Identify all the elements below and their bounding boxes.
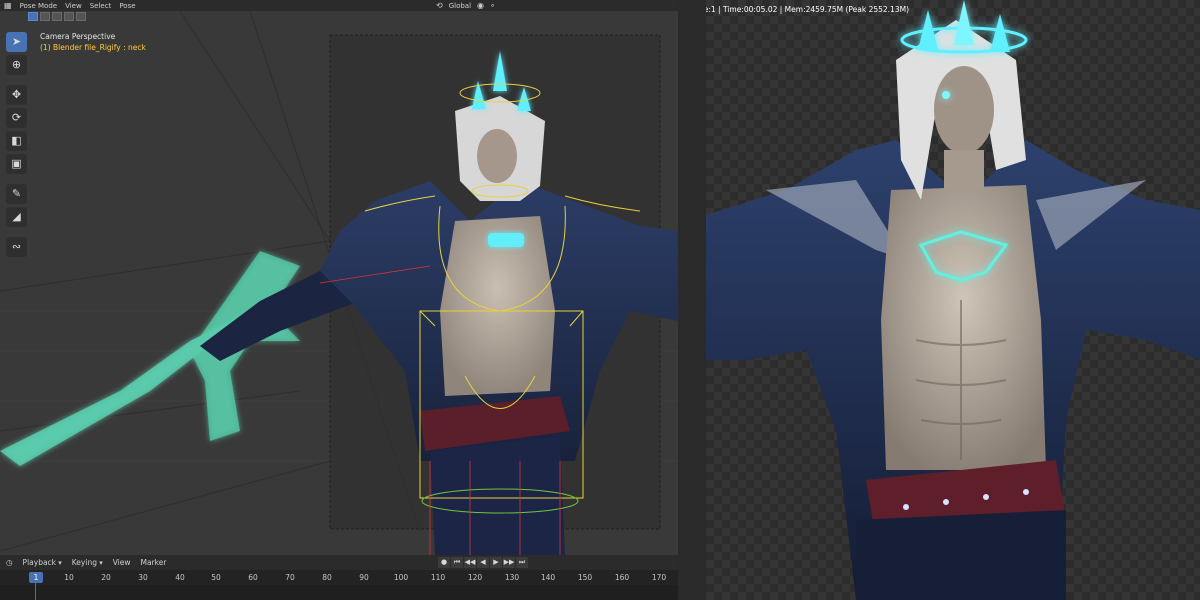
select-box-icon[interactable]: ➤ (6, 32, 27, 52)
tick-label: 70 (285, 573, 295, 582)
tick-label: 150 (577, 573, 593, 582)
menu-view[interactable]: View (65, 2, 82, 10)
blender-window: ▦ Pose Mode View Select Pose ⟲ Global ◉ … (0, 0, 1200, 600)
viewport-scene[interactable] (0, 11, 678, 555)
timeline-editor-icon[interactable]: ◷ (6, 558, 13, 567)
tool-shelf: ➤ ⊕ ✥ ⟳ ◧ ▣ ✎ ◢ ∾ (6, 32, 28, 257)
camera-perspective-label: Camera Perspective (40, 32, 116, 41)
tick-label: 50 (211, 573, 221, 582)
tick-label: 30 (138, 573, 148, 582)
area-divider[interactable] (678, 0, 706, 600)
tick-label: 80 (322, 573, 332, 582)
move-icon[interactable]: ✥ (6, 85, 27, 105)
jump-start-icon[interactable]: ⏮ (451, 557, 463, 568)
mode-toggle-invert[interactable] (64, 12, 74, 21)
tick-label: 20 (101, 573, 111, 582)
select-mode-toggles (28, 12, 86, 23)
tick-label: 110 (430, 573, 446, 582)
render-stats-text: Frame:1 | Time:00:05.02 | Mem:2459.75M (… (706, 5, 909, 14)
mode-toggle-new[interactable] (28, 12, 38, 21)
cursor-icon[interactable]: ⊕ (6, 55, 27, 75)
mode-toggle-subtract[interactable] (52, 12, 62, 21)
tick-label: 100 (393, 573, 409, 582)
tick-label: 140 (540, 573, 556, 582)
prev-keyframe-icon[interactable]: ◀◀ (464, 557, 476, 568)
menu-pose[interactable]: Pose (119, 2, 135, 10)
menu-select[interactable]: Select (90, 2, 112, 10)
play-reverse-icon[interactable]: ◀ (477, 557, 489, 568)
active-object-label: (1) Blender file_Rigify : neck (40, 43, 146, 52)
scale-icon[interactable]: ◧ (6, 131, 27, 151)
tick-label: 90 (359, 573, 369, 582)
3d-viewport[interactable]: ▦ Pose Mode View Select Pose ⟲ Global ◉ … (0, 0, 678, 555)
timeline-editor[interactable]: ◷ Playback Keying View Marker ● ⏮ ◀◀ ◀ ▶… (0, 555, 678, 600)
render-image (706, 0, 1200, 600)
timeline-header: ◷ Playback Keying View Marker (0, 555, 678, 570)
play-icon[interactable]: ▶ (490, 557, 502, 568)
menu-marker[interactable]: Marker (141, 558, 167, 567)
playback-controls: ● ⏮ ◀◀ ◀ ▶ ▶▶ ⏭ (438, 557, 528, 568)
tick-label: 170 (651, 573, 667, 582)
mode-toggle-extend[interactable] (40, 12, 50, 21)
tick-label: 130 (504, 573, 520, 582)
menu-timeline-view[interactable]: View (113, 558, 131, 567)
menu-keying[interactable]: Keying (72, 558, 103, 567)
tick-label: 160 (614, 573, 630, 582)
mode-dropdown[interactable]: Pose Mode (20, 2, 58, 10)
frame-ruler[interactable]: 1 10 20 30 40 50 60 70 80 90 100 110 120… (0, 571, 678, 585)
jump-end-icon[interactable]: ⏭ (516, 557, 528, 568)
annotate-icon[interactable]: ✎ (6, 184, 27, 204)
editor-type-icon[interactable]: ▦ (4, 1, 12, 10)
transform-orientation-dropdown[interactable]: Global (449, 2, 471, 10)
timeline-track[interactable] (0, 585, 678, 600)
menu-playback[interactable]: Playback (23, 558, 62, 567)
transform-icon[interactable]: ▣ (6, 154, 27, 174)
tick-label: 10 (64, 573, 74, 582)
measure-icon[interactable]: ◢ (6, 207, 27, 227)
next-keyframe-icon[interactable]: ▶▶ (503, 557, 515, 568)
orientation-icon: ⟲ (436, 1, 443, 10)
tick-label: 120 (467, 573, 483, 582)
viewport-overlay-text: Camera Perspective (1) Blender file_Rigi… (40, 31, 146, 53)
pivot-icon[interactable]: ◉ (477, 1, 484, 10)
viewport-header: ▦ Pose Mode View Select Pose ⟲ Global ◉ … (0, 0, 678, 11)
playhead[interactable] (35, 583, 36, 600)
snap-icon[interactable]: ∘ (490, 1, 495, 10)
current-frame-indicator[interactable]: 1 (29, 572, 43, 583)
rotate-icon[interactable]: ⟳ (6, 108, 27, 128)
mode-toggle-intersect[interactable] (76, 12, 86, 21)
tick-label: 40 (175, 573, 185, 582)
bone-icon[interactable]: ∾ (6, 237, 27, 257)
render-result-view[interactable]: Frame:1 | Time:00:05.02 | Mem:2459.75M (… (706, 0, 1200, 600)
tick-label: 60 (248, 573, 258, 582)
record-icon[interactable]: ● (438, 557, 450, 568)
